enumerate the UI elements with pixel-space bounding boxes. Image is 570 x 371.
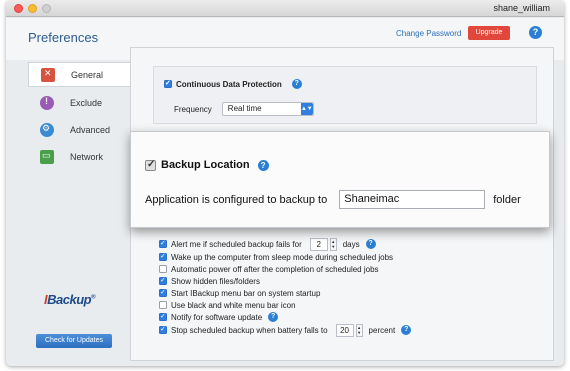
backup-location-input[interactable]: Shaneimac	[339, 190, 486, 209]
username-label: shane_william	[493, 3, 550, 13]
sidebar-item-exclude[interactable]: Exclude	[28, 90, 130, 115]
cdp-section: Continuous Data Protection ? Frequency R…	[153, 66, 537, 124]
sidebar-item-network[interactable]: Network	[28, 144, 130, 169]
zoom-window-button[interactable]	[42, 4, 51, 13]
check-for-updates-button[interactable]: Check for Updates	[36, 334, 112, 348]
option-checkbox[interactable]	[159, 325, 167, 334]
help-icon[interactable]: ?	[268, 312, 279, 322]
option-suffix: percent	[368, 325, 396, 335]
option-label: Stop scheduled backup when battery falls…	[171, 325, 328, 335]
option-checkbox[interactable]	[159, 239, 167, 248]
wrench-icon	[41, 67, 55, 82]
backup-location-title: Backup Location	[161, 159, 250, 171]
change-password-link[interactable]: Change Password	[396, 29, 461, 38]
option-label: Wake up the computer from sleep mode dur…	[171, 252, 394, 262]
option-notify-update: Notify for software update ?	[159, 311, 279, 323]
backup-location-row: Application is configured to backup to S…	[145, 190, 521, 209]
option-start-menubar: Start IBackup menu bar on system startup	[159, 287, 320, 299]
frequency-value: Real time	[227, 104, 262, 113]
option-label: Start IBackup menu bar on system startup	[171, 288, 321, 298]
alert-days-input[interactable]: 2	[309, 237, 328, 251]
option-checkbox[interactable]	[159, 276, 167, 285]
option-checkbox[interactable]	[159, 301, 167, 309]
option-wake-up: Wake up the computer from sleep mode dur…	[159, 251, 393, 263]
backup-location-callout: Backup Location ? Application is configu…	[130, 131, 550, 228]
sidebar-item-label: Advanced	[70, 124, 111, 135]
gear-icon	[40, 122, 54, 137]
frequency-label: Frequency	[174, 104, 212, 114]
option-label: Automatic power off after the completion…	[171, 264, 379, 274]
battery-percent-stepper[interactable]: ▲ ▼	[355, 323, 363, 337]
exclamation-icon	[40, 95, 54, 110]
help-icon[interactable]: ?	[529, 26, 542, 39]
logo-mark: ®	[91, 294, 96, 301]
option-alert-fail: Alert me if scheduled backup fails for 2…	[159, 237, 376, 251]
preferences-window: shane_william Preferences Change Passwor…	[6, 0, 564, 366]
help-icon[interactable]: ?	[401, 325, 412, 335]
ibackup-logo: IBackup®	[44, 292, 96, 307]
frequency-row: Frequency Real time ▲▼	[174, 102, 314, 116]
backup-location-prefix: Application is configured to backup to	[145, 193, 328, 206]
option-battery-stop: Stop scheduled backup when battery falls…	[159, 323, 412, 337]
option-checkbox[interactable]	[159, 252, 167, 261]
chevron-updown-icon: ▲▼	[300, 103, 313, 115]
cdp-row: Continuous Data Protection ?	[164, 79, 302, 89]
battery-percent-input[interactable]: 20	[335, 323, 354, 337]
option-power-off: Automatic power off after the completion…	[159, 263, 379, 275]
backup-location-header: Backup Location ?	[145, 159, 269, 171]
cdp-label: Continuous Data Protection	[176, 79, 282, 89]
sidebar-item-label: Network	[70, 151, 104, 162]
frequency-select[interactable]: Real time ▲▼	[221, 102, 314, 116]
upgrade-button[interactable]: Upgrade	[468, 26, 510, 40]
logo-text: Backup	[47, 292, 92, 307]
option-suffix: days	[342, 239, 360, 249]
sidebar-item-label: Exclude	[70, 97, 103, 108]
option-label: Alert me if scheduled backup fails for	[171, 239, 302, 249]
help-icon[interactable]: ?	[365, 239, 376, 249]
close-window-button[interactable]	[14, 4, 23, 13]
title-bar: shane_william	[6, 0, 564, 17]
option-hidden-files: Show hidden files/folders	[159, 275, 260, 287]
option-label: Use black and white menu bar icon	[171, 300, 296, 310]
cdp-help-icon[interactable]: ?	[291, 79, 302, 89]
minimize-window-button[interactable]	[28, 4, 37, 13]
network-icon	[40, 149, 54, 164]
option-bw-icon: Use black and white menu bar icon	[159, 299, 296, 311]
help-icon[interactable]: ?	[257, 159, 269, 171]
option-label: Notify for software update	[171, 312, 263, 322]
backup-location-checkbox[interactable]	[145, 159, 156, 171]
cdp-checkbox[interactable]	[164, 79, 172, 88]
sidebar-item-general[interactable]: General	[28, 62, 130, 87]
sidebar-item-advanced[interactable]: Advanced	[28, 117, 130, 142]
sidebar-item-label: General	[71, 69, 104, 80]
alert-days-stepper[interactable]: ▲ ▼	[329, 237, 337, 251]
page-title: Preferences	[28, 30, 99, 45]
backup-location-suffix: folder	[493, 193, 521, 206]
option-label: Show hidden files/folders	[171, 276, 260, 286]
option-checkbox[interactable]	[159, 265, 167, 273]
option-checkbox[interactable]	[159, 288, 167, 297]
option-checkbox[interactable]	[159, 312, 167, 321]
